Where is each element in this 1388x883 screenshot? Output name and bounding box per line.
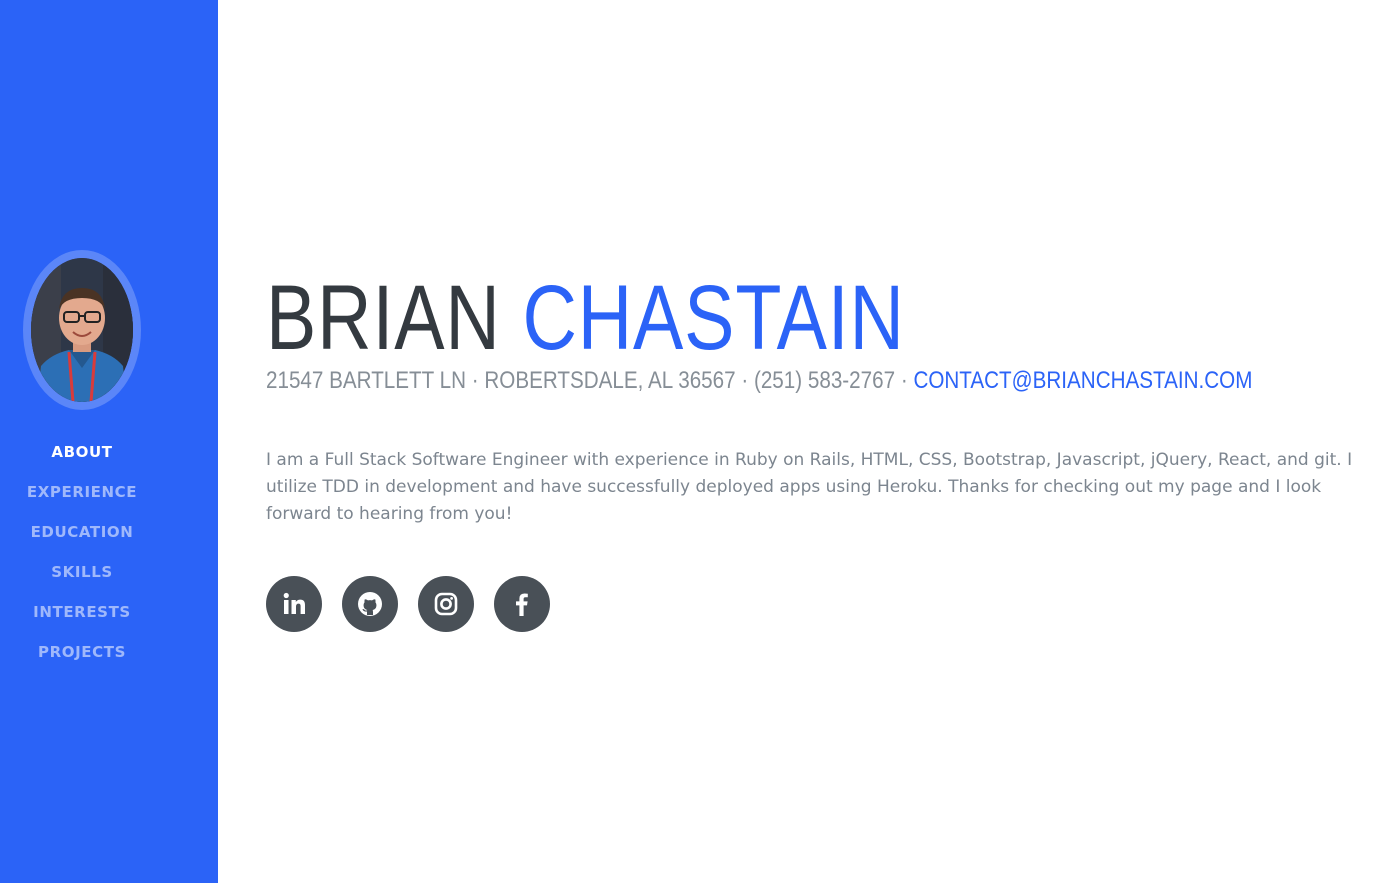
linkedin-button[interactable] <box>266 576 322 632</box>
instagram-icon <box>434 592 458 616</box>
nav-item-skills[interactable]: SKILLS <box>0 552 164 592</box>
nav-item-interests[interactable]: INTERESTS <box>0 592 164 632</box>
profile-photo <box>31 258 133 402</box>
social-icons <box>266 576 550 632</box>
avatar[interactable] <box>31 258 133 402</box>
contact-line: 21547 BARTLETT LN · ROBERTSDALE, AL 3656… <box>266 366 1252 396</box>
nav-item-education[interactable]: EDUCATION <box>0 512 164 552</box>
avatar-ring <box>23 250 141 410</box>
last-name: CHASTAIN <box>522 267 905 369</box>
instagram-button[interactable] <box>418 576 474 632</box>
facebook-icon <box>516 593 528 616</box>
sidebar-nav: ABOUT EXPERIENCE EDUCATION SKILLS INTERE… <box>0 432 164 672</box>
nav-item-experience[interactable]: EXPERIENCE <box>0 472 164 512</box>
github-icon <box>358 592 382 616</box>
facebook-button[interactable] <box>494 576 550 632</box>
bio-text: I am a Full Stack Software Engineer with… <box>266 450 1353 524</box>
github-button[interactable] <box>342 576 398 632</box>
page-title: BRIAN CHASTAIN <box>266 268 905 368</box>
linkedin-icon <box>283 592 305 614</box>
sidebar: ABOUT EXPERIENCE EDUCATION SKILLS INTERE… <box>0 0 218 883</box>
address-text: 21547 BARTLETT LN · ROBERTSDALE, AL 3656… <box>266 367 914 394</box>
nav-item-projects[interactable]: PROJECTS <box>0 632 164 672</box>
email-link[interactable]: CONTACT@BRIANCHASTAIN.COM <box>913 367 1252 394</box>
first-name: BRIAN <box>266 267 501 369</box>
nav-item-about[interactable]: ABOUT <box>0 432 164 472</box>
